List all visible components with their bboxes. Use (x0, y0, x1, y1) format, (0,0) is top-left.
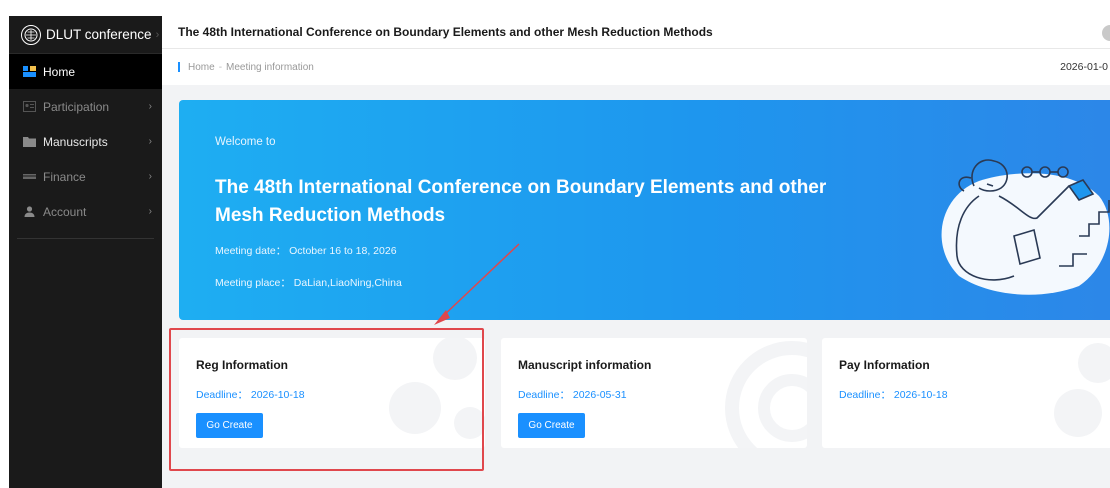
breadcrumb-current: Meeting information (226, 61, 314, 73)
chevron-right-icon: › (148, 101, 152, 112)
chevron-right-icon: › (155, 28, 160, 41)
sidebar-item-account[interactable]: Account › (9, 194, 162, 229)
card-decoration-icon (725, 341, 807, 448)
conference-title: The 48th International Conference on Bou… (215, 177, 827, 226)
manuscript-information-card: Manuscript information Deadline： 2026-05… (501, 338, 807, 448)
brand[interactable]: DLUT conference › (9, 16, 162, 54)
sidebar-item-label: Account (43, 204, 87, 219)
participation-icon (23, 101, 36, 112)
current-date: 2026-01-0 (1060, 61, 1108, 73)
meeting-date: Meeting date： October 16 to 18, 2026 (215, 245, 397, 257)
card-deadline: Deadline： 2026-10-18 (196, 389, 305, 401)
card-title: Pay Information (839, 358, 930, 372)
sidebar-item-participation[interactable]: Participation › (9, 89, 162, 124)
sidebar-item-label: Home (43, 64, 76, 79)
conference-banner: Welcome to The 48th International Confer… (179, 100, 1110, 320)
pay-information-card: Pay Information Deadline： 2026-10-18 (822, 338, 1110, 448)
page-header: The 48th International Conference on Bou… (162, 16, 1110, 49)
folder-icon (23, 136, 36, 147)
breadcrumb-home[interactable]: Home (188, 62, 215, 73)
card-title: Manuscript information (518, 358, 652, 372)
user-icon (23, 206, 36, 217)
breadcrumb-marker (178, 62, 180, 72)
sidebar-item-manuscripts[interactable]: Manuscripts › (9, 124, 162, 159)
university-logo-icon (21, 24, 41, 45)
reg-information-card: Reg Information Deadline： 2026-10-18 Go … (179, 338, 485, 448)
sidebar-item-label: Finance (43, 169, 86, 184)
go-create-button[interactable]: Go Create (196, 413, 263, 438)
card-title: Reg Information (196, 358, 288, 372)
sidebar-item-finance[interactable]: Finance › (9, 159, 162, 194)
sidebar: DLUT conference › Home Participation › M… (9, 16, 162, 488)
avatar[interactable] (1102, 25, 1110, 41)
meeting-place: Meeting place： DaLian,LiaoNing,China (215, 277, 402, 289)
card-decoration-icon (1054, 343, 1110, 437)
go-create-button[interactable]: Go Create (518, 413, 585, 438)
presenter-illustration-icon (941, 159, 1110, 295)
chevron-right-icon: › (148, 136, 152, 147)
chevron-right-icon: › (148, 206, 152, 217)
welcome-text: Welcome to (215, 136, 276, 148)
sidebar-divider (17, 238, 154, 239)
breadcrumb-separator: - (218, 61, 223, 73)
card-deadline: Deadline： 2026-10-18 (839, 389, 948, 401)
card-icon (23, 171, 36, 182)
sidebar-item-home[interactable]: Home (9, 54, 162, 89)
sidebar-item-label: Participation (43, 99, 110, 114)
card-deadline: Deadline： 2026-05-31 (518, 389, 627, 401)
brand-name: DLUT conference (46, 27, 152, 42)
page-title: The 48th International Conference on Bou… (178, 25, 713, 39)
home-grid-icon (23, 66, 36, 77)
chevron-right-icon: › (148, 171, 152, 182)
sidebar-item-label: Manuscripts (43, 134, 108, 149)
card-decoration-icon (389, 338, 485, 439)
app-window: DLUT conference › Home Participation › M… (9, 16, 1110, 488)
breadcrumb: Home - Meeting information 2026-01-0 (162, 49, 1110, 85)
